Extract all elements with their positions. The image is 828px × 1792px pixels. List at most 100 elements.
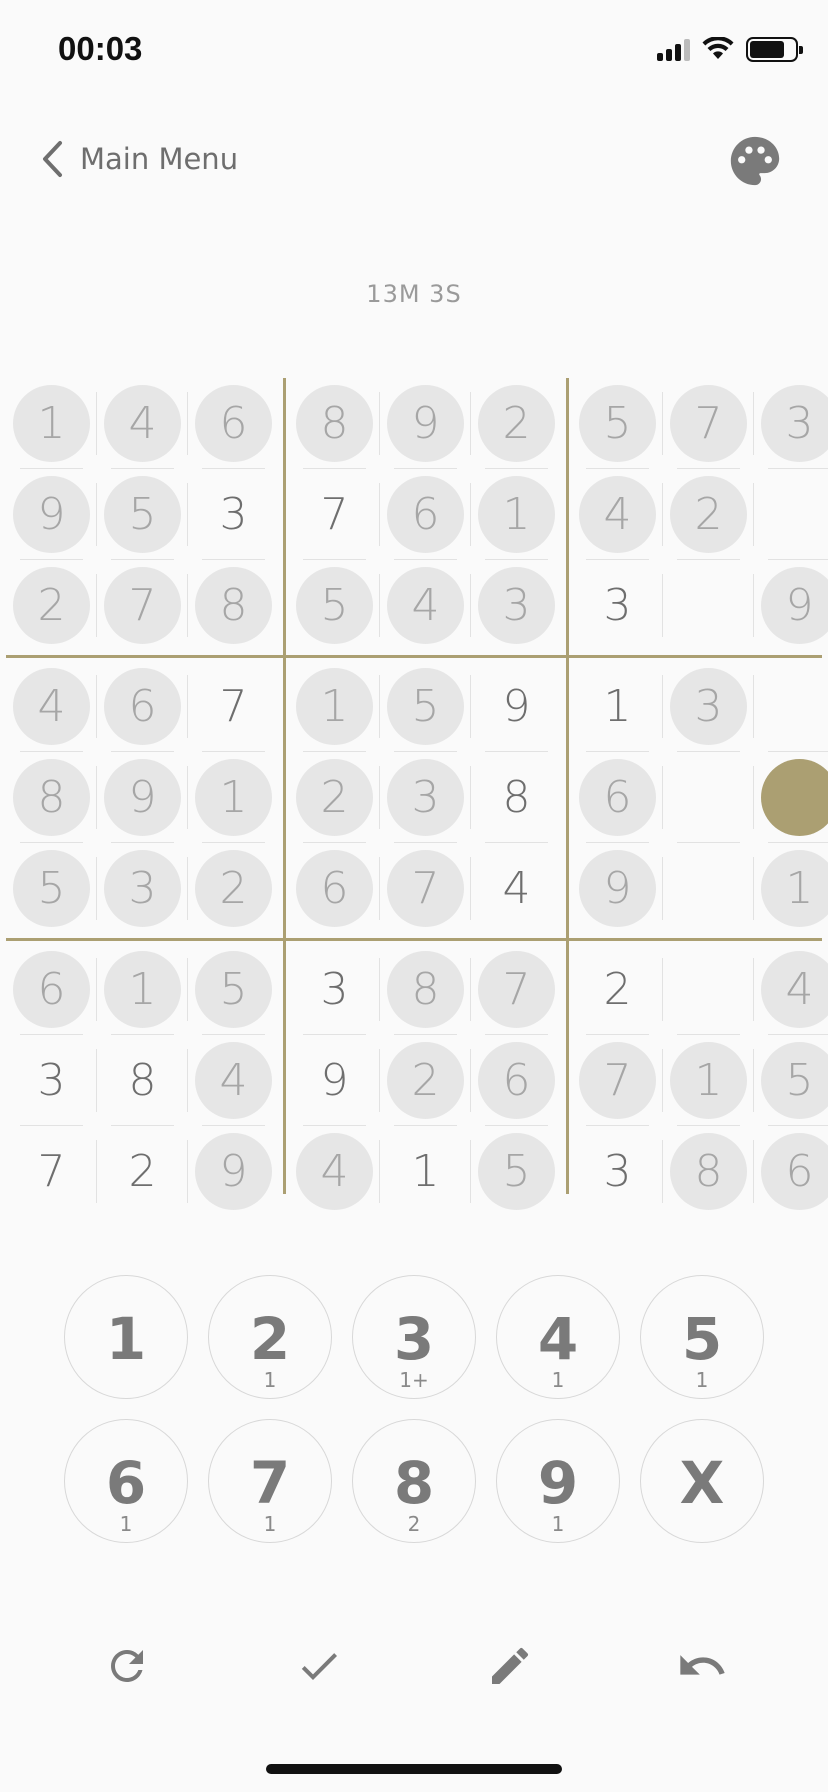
sudoku-cell[interactable]: 8: [97, 1035, 188, 1126]
sudoku-cell[interactable]: 1: [6, 378, 97, 469]
sudoku-cell[interactable]: 7: [380, 843, 471, 934]
sudoku-cell[interactable]: 4: [188, 1035, 279, 1126]
sudoku-cell[interactable]: 3: [572, 1126, 663, 1217]
main-menu-back-button[interactable]: Main Menu: [40, 140, 238, 178]
sudoku-cell[interactable]: 4: [754, 944, 828, 1035]
number-key-2[interactable]: 21: [208, 1275, 332, 1399]
sudoku-cell[interactable]: 9: [572, 843, 663, 934]
sudoku-cell[interactable]: 9: [471, 661, 562, 752]
sudoku-cell[interactable]: 8: [471, 752, 562, 843]
sudoku-cell[interactable]: 6: [97, 661, 188, 752]
sudoku-cell[interactable]: 7: [97, 560, 188, 651]
sudoku-cell[interactable]: 9: [380, 378, 471, 469]
sudoku-cell[interactable]: 6: [471, 1035, 562, 1126]
sudoku-cell[interactable]: 1: [289, 661, 380, 752]
sudoku-cell[interactable]: 4: [97, 378, 188, 469]
sudoku-cell[interactable]: [754, 661, 828, 752]
pencil-button[interactable]: [482, 1638, 538, 1694]
sudoku-cell[interactable]: [663, 560, 754, 651]
cell-value: 5: [219, 964, 248, 1015]
sudoku-cell[interactable]: 3: [754, 378, 828, 469]
sudoku-cell[interactable]: 2: [188, 843, 279, 934]
sudoku-cell[interactable]: 2: [572, 944, 663, 1035]
sudoku-cell[interactable]: 5: [754, 1035, 828, 1126]
sudoku-cell[interactable]: 7: [289, 469, 380, 560]
sudoku-cell[interactable]: 8: [6, 752, 97, 843]
sudoku-cell[interactable]: 1: [380, 1126, 471, 1217]
sudoku-cell[interactable]: 5: [6, 843, 97, 934]
sudoku-cell[interactable]: 1: [663, 1035, 754, 1126]
sudoku-cell[interactable]: [754, 469, 828, 560]
sudoku-cell[interactable]: 7: [6, 1126, 97, 1217]
sudoku-cell[interactable]: 3: [6, 1035, 97, 1126]
number-key-5[interactable]: 51: [640, 1275, 764, 1399]
number-key-3[interactable]: 3 1+: [352, 1275, 476, 1399]
sudoku-cell[interactable]: 9: [289, 1035, 380, 1126]
sudoku-cell[interactable]: [754, 752, 828, 843]
sudoku-cell[interactable]: 4: [289, 1126, 380, 1217]
sudoku-cell[interactable]: 1: [572, 661, 663, 752]
sudoku-cell[interactable]: 3: [572, 560, 663, 651]
sudoku-cell[interactable]: 2: [663, 469, 754, 560]
sudoku-cell[interactable]: 4: [380, 560, 471, 651]
number-key-8[interactable]: 82: [352, 1419, 476, 1543]
sudoku-cell[interactable]: 9: [754, 560, 828, 651]
cell-disc: [670, 951, 747, 1028]
sudoku-cell[interactable]: 1: [188, 752, 279, 843]
restart-button[interactable]: [99, 1638, 155, 1694]
sudoku-cell[interactable]: 2: [97, 1126, 188, 1217]
number-key-9[interactable]: 91: [496, 1419, 620, 1543]
sudoku-cell[interactable]: 5: [471, 1126, 562, 1217]
number-key-7[interactable]: 71: [208, 1419, 332, 1543]
number-key-1[interactable]: 1: [64, 1275, 188, 1399]
sudoku-cell[interactable]: 1: [97, 944, 188, 1035]
sudoku-cell[interactable]: 4: [6, 661, 97, 752]
sudoku-cell[interactable]: 5: [289, 560, 380, 651]
sudoku-cell[interactable]: 9: [188, 1126, 279, 1217]
clear-key-button[interactable]: X: [640, 1419, 764, 1543]
sudoku-cell[interactable]: 7: [188, 661, 279, 752]
number-key-4[interactable]: 41: [496, 1275, 620, 1399]
sudoku-cell[interactable]: 6: [188, 378, 279, 469]
key-remaining-count: 1+: [399, 1368, 429, 1392]
sudoku-cell[interactable]: 2: [289, 752, 380, 843]
undo-button[interactable]: [674, 1638, 730, 1694]
sudoku-cell[interactable]: 1: [754, 843, 828, 934]
sudoku-cell[interactable]: 8: [289, 378, 380, 469]
sudoku-cell[interactable]: 3: [97, 843, 188, 934]
sudoku-cell[interactable]: 4: [471, 843, 562, 934]
sudoku-cell[interactable]: 8: [663, 1126, 754, 1217]
sudoku-cell[interactable]: 3: [471, 560, 562, 651]
sudoku-cell[interactable]: 6: [6, 944, 97, 1035]
number-key-6[interactable]: 61: [64, 1419, 188, 1543]
sudoku-cell[interactable]: 5: [97, 469, 188, 560]
sudoku-cell[interactable]: 7: [572, 1035, 663, 1126]
sudoku-cell[interactable]: 7: [471, 944, 562, 1035]
sudoku-cell[interactable]: 6: [754, 1126, 828, 1217]
sudoku-cell[interactable]: 9: [6, 469, 97, 560]
palette-icon[interactable]: [726, 132, 784, 190]
sudoku-cell[interactable]: 9: [97, 752, 188, 843]
sudoku-cell[interactable]: [663, 843, 754, 934]
sudoku-cell[interactable]: 6: [289, 843, 380, 934]
check-button[interactable]: [291, 1638, 347, 1694]
sudoku-cell[interactable]: 8: [380, 944, 471, 1035]
sudoku-cell[interactable]: 3: [380, 752, 471, 843]
sudoku-cell[interactable]: 2: [6, 560, 97, 651]
sudoku-cell[interactable]: 2: [380, 1035, 471, 1126]
sudoku-cell[interactable]: 7: [663, 378, 754, 469]
sudoku-cell[interactable]: 3: [289, 944, 380, 1035]
sudoku-cell[interactable]: 6: [572, 752, 663, 843]
sudoku-cell[interactable]: 5: [380, 661, 471, 752]
sudoku-cell[interactable]: [663, 944, 754, 1035]
sudoku-cell[interactable]: 6: [380, 469, 471, 560]
sudoku-cell[interactable]: 8: [188, 560, 279, 651]
sudoku-cell[interactable]: [663, 752, 754, 843]
sudoku-cell[interactable]: 3: [188, 469, 279, 560]
sudoku-cell[interactable]: 2: [471, 378, 562, 469]
sudoku-cell[interactable]: 5: [572, 378, 663, 469]
sudoku-cell[interactable]: 1: [471, 469, 562, 560]
sudoku-cell[interactable]: 4: [572, 469, 663, 560]
sudoku-cell[interactable]: 5: [188, 944, 279, 1035]
sudoku-cell[interactable]: 3: [663, 661, 754, 752]
